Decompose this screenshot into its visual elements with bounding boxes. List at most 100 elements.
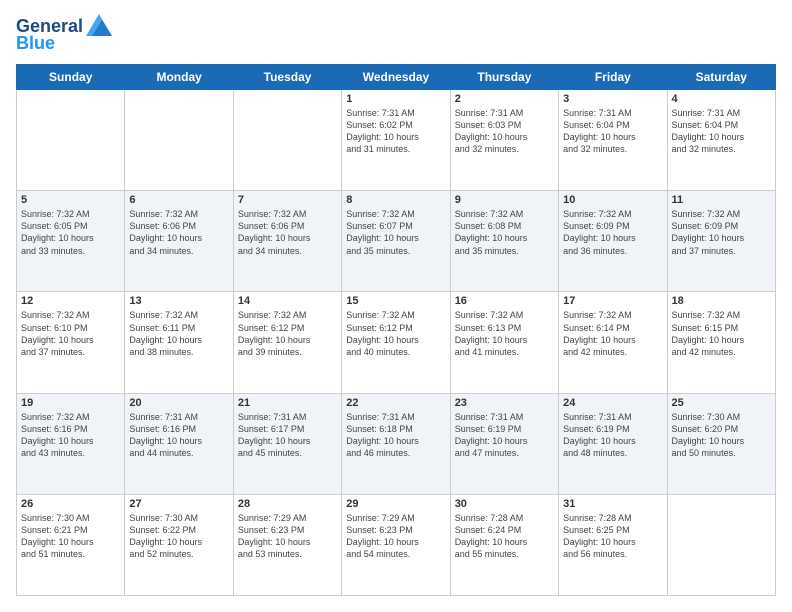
- day-info: Sunrise: 7:32 AM Sunset: 6:16 PM Dayligh…: [21, 411, 120, 460]
- col-tuesday: Tuesday: [233, 65, 341, 90]
- day-info: Sunrise: 7:29 AM Sunset: 6:23 PM Dayligh…: [238, 512, 337, 561]
- day-info: Sunrise: 7:31 AM Sunset: 6:16 PM Dayligh…: [129, 411, 228, 460]
- week-row-3: 12Sunrise: 7:32 AM Sunset: 6:10 PM Dayli…: [17, 292, 776, 393]
- day-cell: 22Sunrise: 7:31 AM Sunset: 6:18 PM Dayli…: [342, 393, 450, 494]
- day-cell: 27 Sunrise: 7:30 AM Sunset: 6:22 PM Dayli…: [125, 494, 233, 595]
- col-friday: Friday: [559, 65, 667, 90]
- day-number: 29: [346, 498, 445, 510]
- day-info: Sunrise: 7:30 AM Sunset: 6:20 PM Dayligh…: [672, 411, 771, 460]
- day-number: 15: [346, 295, 445, 307]
- day-info: Sunrise: 7:31 AM Sunset: 6:04 PM Dayligh…: [563, 107, 662, 156]
- day-info: Sunrise: 7:32 AM Sunset: 6:11 PM Dayligh…: [129, 309, 228, 358]
- day-number: 8: [346, 194, 445, 206]
- week-row-4: 19 Sunrise: 7:32 AM Sunset: 6:16 PM Dayli…: [17, 393, 776, 494]
- day-cell: 29 Sunrise: 7:29 AM Sunset: 6:23 PM Dayli…: [342, 494, 450, 595]
- day-cell: 18 Sunrise: 7:32 AM Sunset: 6:15 PM Dayli…: [667, 292, 775, 393]
- day-number: 5: [21, 194, 120, 206]
- day-number: 18: [672, 295, 771, 307]
- day-cell: 8 Sunrise: 7:32 AM Sunset: 6:07 PM Daylig…: [342, 191, 450, 292]
- day-info: Sunrise: 7:31 AM Sunset: 6:19 PM Dayligh…: [455, 411, 554, 460]
- day-info: Sunrise: 7:31 AM Sunset: 6:03 PM Dayligh…: [455, 107, 554, 156]
- day-info: Sunrise: 7:29 AM Sunset: 6:23 PM Dayligh…: [346, 512, 445, 561]
- day-number: 28: [238, 498, 337, 510]
- day-number: 6: [129, 194, 228, 206]
- day-cell: [233, 90, 341, 191]
- day-number: 24: [563, 397, 662, 409]
- day-info: Sunrise: 7:32 AM Sunset: 6:12 PM Dayligh…: [346, 309, 445, 358]
- day-cell: 17Sunrise: 7:32 AM Sunset: 6:14 PM Dayli…: [559, 292, 667, 393]
- day-number: 20: [129, 397, 228, 409]
- day-number: 13: [129, 295, 228, 307]
- day-number: 31: [563, 498, 662, 510]
- day-number: 9: [455, 194, 554, 206]
- day-cell: 13 Sunrise: 7:32 AM Sunset: 6:11 PM Dayli…: [125, 292, 233, 393]
- day-info: Sunrise: 7:32 AM Sunset: 6:07 PM Dayligh…: [346, 208, 445, 257]
- logo-icon: [86, 14, 112, 36]
- day-number: 27: [129, 498, 228, 510]
- day-info: Sunrise: 7:32 AM Sunset: 6:12 PM Dayligh…: [238, 309, 337, 358]
- day-number: 12: [21, 295, 120, 307]
- day-number: 23: [455, 397, 554, 409]
- day-cell: 14Sunrise: 7:32 AM Sunset: 6:12 PM Dayli…: [233, 292, 341, 393]
- day-number: 26: [21, 498, 120, 510]
- day-cell: 2Sunrise: 7:31 AM Sunset: 6:03 PM Daylig…: [450, 90, 558, 191]
- day-info: Sunrise: 7:31 AM Sunset: 6:02 PM Dayligh…: [346, 107, 445, 156]
- day-info: Sunrise: 7:32 AM Sunset: 6:06 PM Dayligh…: [238, 208, 337, 257]
- week-row-5: 26Sunrise: 7:30 AM Sunset: 6:21 PM Dayli…: [17, 494, 776, 595]
- day-number: 17: [563, 295, 662, 307]
- day-number: 7: [238, 194, 337, 206]
- day-number: 21: [238, 397, 337, 409]
- col-monday: Monday: [125, 65, 233, 90]
- col-sunday: Sunday: [17, 65, 125, 90]
- day-cell: 15 Sunrise: 7:32 AM Sunset: 6:12 PM Dayli…: [342, 292, 450, 393]
- day-cell: 3 Sunrise: 7:31 AM Sunset: 6:04 PM Daylig…: [559, 90, 667, 191]
- logo: General Blue: [16, 16, 112, 54]
- col-saturday: Saturday: [667, 65, 775, 90]
- day-cell: 25Sunrise: 7:30 AM Sunset: 6:20 PM Dayli…: [667, 393, 775, 494]
- day-info: Sunrise: 7:28 AM Sunset: 6:24 PM Dayligh…: [455, 512, 554, 561]
- day-cell: [125, 90, 233, 191]
- day-cell: 4 Sunrise: 7:31 AM Sunset: 6:04 PM Daylig…: [667, 90, 775, 191]
- day-info: Sunrise: 7:32 AM Sunset: 6:09 PM Dayligh…: [672, 208, 771, 257]
- day-number: 3: [563, 93, 662, 105]
- day-info: Sunrise: 7:32 AM Sunset: 6:15 PM Dayligh…: [672, 309, 771, 358]
- day-cell: 16 Sunrise: 7:32 AM Sunset: 6:13 PM Dayli…: [450, 292, 558, 393]
- day-cell: 19 Sunrise: 7:32 AM Sunset: 6:16 PM Dayli…: [17, 393, 125, 494]
- day-cell: 9 Sunrise: 7:32 AM Sunset: 6:08 PM Daylig…: [450, 191, 558, 292]
- day-cell: 26Sunrise: 7:30 AM Sunset: 6:21 PM Dayli…: [17, 494, 125, 595]
- day-cell: 12Sunrise: 7:32 AM Sunset: 6:10 PM Dayli…: [17, 292, 125, 393]
- day-cell: [667, 494, 775, 595]
- col-wednesday: Wednesday: [342, 65, 450, 90]
- day-number: 1: [346, 93, 445, 105]
- day-cell: 7 Sunrise: 7:32 AM Sunset: 6:06 PM Daylig…: [233, 191, 341, 292]
- day-number: 10: [563, 194, 662, 206]
- day-info: Sunrise: 7:32 AM Sunset: 6:13 PM Dayligh…: [455, 309, 554, 358]
- day-info: Sunrise: 7:30 AM Sunset: 6:22 PM Dayligh…: [129, 512, 228, 561]
- day-number: 19: [21, 397, 120, 409]
- day-cell: 10 Sunrise: 7:32 AM Sunset: 6:09 PM Dayli…: [559, 191, 667, 292]
- day-cell: 30Sunrise: 7:28 AM Sunset: 6:24 PM Dayli…: [450, 494, 558, 595]
- header: General Blue: [16, 16, 776, 54]
- day-info: Sunrise: 7:32 AM Sunset: 6:08 PM Dayligh…: [455, 208, 554, 257]
- week-row-2: 5Sunrise: 7:32 AM Sunset: 6:05 PM Daylig…: [17, 191, 776, 292]
- week-row-1: 1 Sunrise: 7:31 AM Sunset: 6:02 PM Daylig…: [17, 90, 776, 191]
- day-cell: 21 Sunrise: 7:31 AM Sunset: 6:17 PM Dayli…: [233, 393, 341, 494]
- day-cell: 5Sunrise: 7:32 AM Sunset: 6:05 PM Daylig…: [17, 191, 125, 292]
- day-info: Sunrise: 7:31 AM Sunset: 6:17 PM Dayligh…: [238, 411, 337, 460]
- day-cell: 11 Sunrise: 7:32 AM Sunset: 6:09 PM Dayli…: [667, 191, 775, 292]
- col-thursday: Thursday: [450, 65, 558, 90]
- day-cell: 23 Sunrise: 7:31 AM Sunset: 6:19 PM Dayli…: [450, 393, 558, 494]
- day-cell: 31Sunrise: 7:28 AM Sunset: 6:25 PM Dayli…: [559, 494, 667, 595]
- day-cell: 20 Sunrise: 7:31 AM Sunset: 6:16 PM Dayli…: [125, 393, 233, 494]
- day-number: 4: [672, 93, 771, 105]
- day-cell: 24 Sunrise: 7:31 AM Sunset: 6:19 PM Dayli…: [559, 393, 667, 494]
- day-info: Sunrise: 7:32 AM Sunset: 6:09 PM Dayligh…: [563, 208, 662, 257]
- day-info: Sunrise: 7:31 AM Sunset: 6:19 PM Dayligh…: [563, 411, 662, 460]
- day-info: Sunrise: 7:31 AM Sunset: 6:18 PM Dayligh…: [346, 411, 445, 460]
- day-number: 11: [672, 194, 771, 206]
- day-number: 16: [455, 295, 554, 307]
- calendar-table: Sunday Monday Tuesday Wednesday Thursday…: [16, 64, 776, 596]
- day-cell: [17, 90, 125, 191]
- day-cell: 28 Sunrise: 7:29 AM Sunset: 6:23 PM Dayli…: [233, 494, 341, 595]
- day-info: Sunrise: 7:31 AM Sunset: 6:04 PM Dayligh…: [672, 107, 771, 156]
